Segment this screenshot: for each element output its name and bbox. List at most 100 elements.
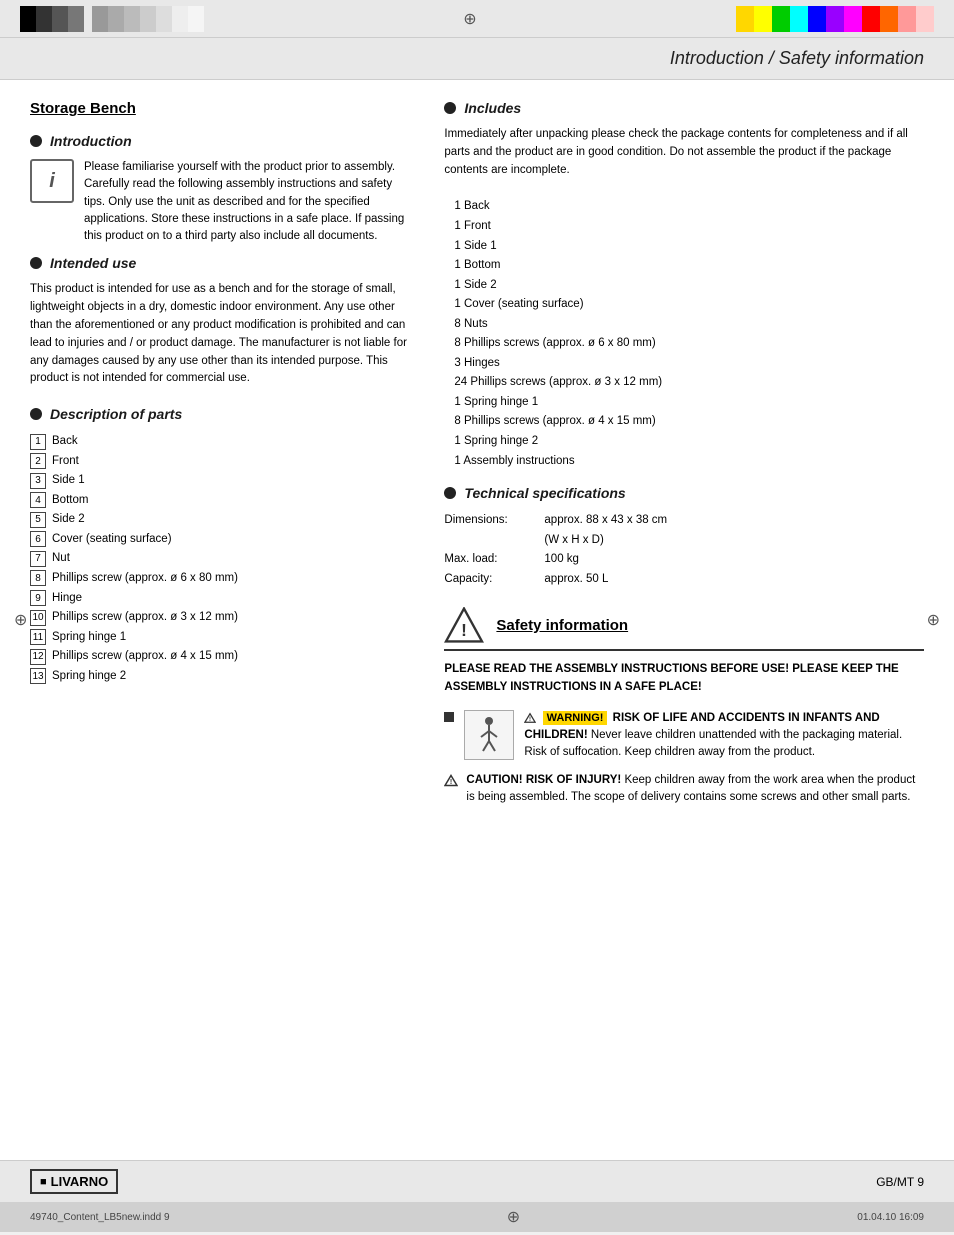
includes-list-item: 1 Assembly instructions bbox=[454, 452, 924, 472]
parts-list-item: 4Bottom bbox=[30, 491, 414, 511]
bullet-intro bbox=[30, 135, 42, 147]
part-label: Cover (seating surface) bbox=[52, 530, 172, 550]
warning-text-block: ! WARNING! RISK OF LIFE AND ACCIDENTS IN… bbox=[524, 710, 924, 762]
gray-sq-2 bbox=[108, 6, 124, 32]
part-label: Phillips screw (approx. ø 6 x 80 mm) bbox=[52, 569, 238, 589]
caution-item: ! CAUTION! RISK OF INJURY! Keep children… bbox=[444, 772, 924, 807]
parts-list-item: 3Side 1 bbox=[30, 471, 414, 491]
parts-list-item: 9Hinge bbox=[30, 589, 414, 609]
chip-purple bbox=[826, 6, 844, 32]
caution-title: CAUTION! RISK OF INJURY! bbox=[466, 774, 621, 786]
gray-sq-7 bbox=[188, 6, 204, 32]
includes-list-item: 3 Hinges bbox=[454, 354, 924, 374]
parts-list-item: 5Side 2 bbox=[30, 510, 414, 530]
bullet-desc bbox=[30, 408, 42, 420]
warning-item: ! WARNING! RISK OF LIFE AND ACCIDENTS IN… bbox=[444, 710, 924, 762]
includes-list-item: 1 Back bbox=[454, 197, 924, 217]
black-sq-2 bbox=[36, 6, 52, 32]
gray-sq-3 bbox=[124, 6, 140, 32]
bottom-bar: 49740_Content_LB5new.indd 9 ⊕ 01.04.10 1… bbox=[0, 1202, 954, 1232]
page-title: Introduction / Safety information bbox=[670, 48, 924, 68]
intro-info-text: Please familiarise yourself with the pro… bbox=[84, 159, 414, 245]
warning-triangle-icon: ! bbox=[444, 607, 484, 643]
bottom-file-info: 49740_Content_LB5new.indd 9 bbox=[30, 1212, 170, 1223]
part-number: 10 bbox=[30, 610, 46, 626]
parts-list-item: 13Spring hinge 2 bbox=[30, 667, 414, 687]
includes-list-item: 1 Bottom bbox=[454, 256, 924, 276]
safety-title: Safety information bbox=[496, 617, 628, 634]
intended-use-title: Intended use bbox=[50, 255, 136, 271]
part-label: Phillips screw (approx. ø 4 x 15 mm) bbox=[52, 647, 238, 667]
safety-bold-text: PLEASE READ THE ASSEMBLY INSTRUCTIONS BE… bbox=[444, 661, 924, 696]
part-label: Nut bbox=[52, 549, 70, 569]
bullet-specs bbox=[444, 487, 456, 499]
part-number: 11 bbox=[30, 629, 46, 645]
caution-triangle-icon: ! bbox=[444, 774, 458, 787]
intended-use-heading: Intended use bbox=[30, 255, 414, 271]
specs-label: Capacity: bbox=[444, 570, 524, 590]
includes-list-item: 8 Phillips screws (approx. ø 4 x 15 mm) bbox=[454, 412, 924, 432]
black-sq-3 bbox=[52, 6, 68, 32]
part-number: 1 bbox=[30, 434, 46, 450]
small-triangle-icon: ! bbox=[524, 712, 536, 724]
bullet-intended bbox=[30, 257, 42, 269]
description-title: Description of parts bbox=[50, 406, 182, 422]
specs-value: approx. 88 x 43 x 38 cm(W x H x D) bbox=[544, 511, 924, 550]
part-number: 8 bbox=[30, 570, 46, 586]
chip-lightpink bbox=[916, 6, 934, 32]
warning-figure-svg bbox=[469, 715, 509, 755]
parts-list-item: 8 Phillips screw (approx. ø 6 x 80 mm) bbox=[30, 569, 414, 589]
page-header: Introduction / Safety information bbox=[0, 38, 954, 80]
crosshair-bottom: ⊕ bbox=[507, 1207, 520, 1227]
bullet-includes bbox=[444, 102, 456, 114]
includes-list-item: 1 Side 2 bbox=[454, 276, 924, 296]
gray-sq-4 bbox=[140, 6, 156, 32]
logo-icon: ■ bbox=[40, 1176, 47, 1188]
tech-specs-title: Technical specifications bbox=[464, 485, 625, 501]
part-label: Front bbox=[52, 452, 79, 472]
includes-heading: Includes bbox=[444, 100, 924, 116]
description-heading: Description of parts bbox=[30, 406, 414, 422]
right-color-chips bbox=[736, 6, 934, 32]
specs-row: Max. load:100 kg bbox=[444, 550, 924, 570]
gray-squares bbox=[92, 6, 204, 32]
chip-cyan bbox=[790, 6, 808, 32]
includes-list-item: 8 Nuts bbox=[454, 315, 924, 335]
gray-sq-6 bbox=[172, 6, 188, 32]
left-registration bbox=[20, 6, 204, 32]
includes-list-item: 1 Spring hinge 2 bbox=[454, 432, 924, 452]
crosshair-left: ⊕ bbox=[14, 610, 27, 630]
introduction-title: Introduction bbox=[50, 133, 132, 149]
logo-text: LIVARNO bbox=[51, 1174, 109, 1189]
specs-row: Dimensions: approx. 88 x 43 x 38 cm(W x H… bbox=[444, 511, 924, 550]
safety-header: ! Safety information bbox=[444, 607, 924, 651]
specs-table: Dimensions: approx. 88 x 43 x 38 cm(W x H… bbox=[444, 511, 924, 589]
black-sq-1 bbox=[20, 6, 36, 32]
part-label: Spring hinge 1 bbox=[52, 628, 126, 648]
includes-list-item: 1 Front bbox=[454, 217, 924, 237]
part-number: 7 bbox=[30, 551, 46, 567]
specs-value: 100 kg bbox=[544, 550, 924, 570]
specs-label: Dimensions: bbox=[444, 511, 524, 550]
tech-specs-heading: Technical specifications bbox=[444, 485, 924, 501]
parts-list-item: 6 Cover (seating surface) bbox=[30, 530, 414, 550]
parts-list-item: 2Front bbox=[30, 452, 414, 472]
part-label: Hinge bbox=[52, 589, 82, 609]
black-sq-4 bbox=[68, 6, 84, 32]
chip-green bbox=[772, 6, 790, 32]
footer-page-info: GB/MT 9 bbox=[876, 1175, 924, 1189]
livarno-logo: ■ LIVARNO bbox=[30, 1169, 118, 1194]
specs-value: approx. 50 L bbox=[544, 570, 924, 590]
left-column: Storage Bench Introduction i Please fami… bbox=[30, 100, 414, 1140]
svg-text:!: ! bbox=[529, 717, 531, 723]
part-number: 12 bbox=[30, 649, 46, 665]
svg-text:!: ! bbox=[450, 779, 452, 786]
product-title: Storage Bench bbox=[30, 100, 414, 117]
right-column: Includes Immediately after unpacking ple… bbox=[444, 100, 924, 1140]
bottom-date-info: 01.04.10 16:09 bbox=[857, 1212, 924, 1223]
intended-use-body: This product is intended for use as a be… bbox=[30, 281, 414, 388]
gray-sq-1 bbox=[92, 6, 108, 32]
info-icon: i bbox=[30, 159, 74, 203]
parts-list: 1Back2Front3Side 14Bottom5Side 26Cover (… bbox=[30, 432, 414, 686]
part-number: 6 bbox=[30, 531, 46, 547]
